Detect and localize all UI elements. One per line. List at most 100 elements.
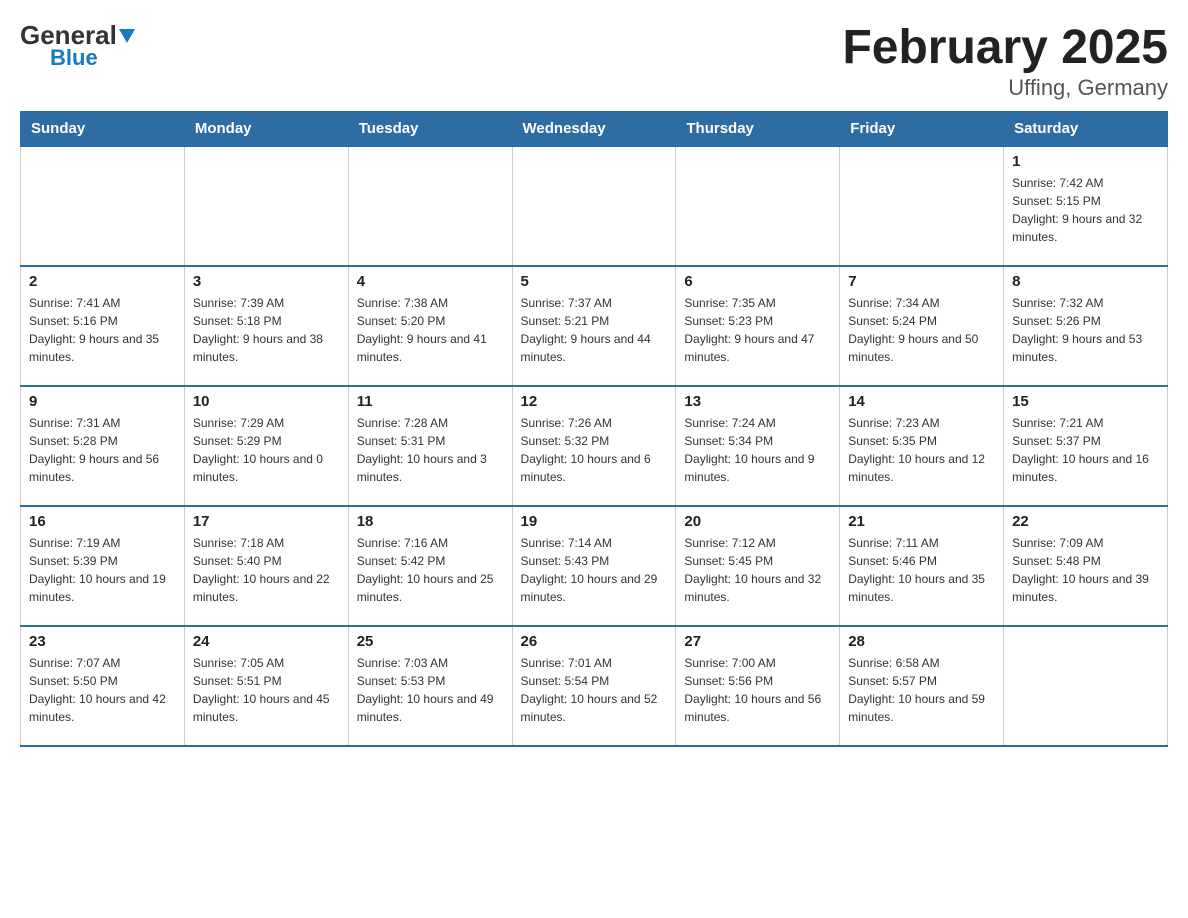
day-info: Sunrise: 7:00 AMSunset: 5:56 PMDaylight:… xyxy=(684,654,831,726)
day-number: 9 xyxy=(29,393,176,410)
day-number: 27 xyxy=(684,633,831,650)
day-number: 2 xyxy=(29,273,176,290)
day-info: Sunrise: 7:34 AMSunset: 5:24 PMDaylight:… xyxy=(848,294,995,366)
table-row: 14 Sunrise: 7:23 AMSunset: 5:35 PMDayligh… xyxy=(840,386,1004,506)
table-row: 23 Sunrise: 7:07 AMSunset: 5:50 PMDayligh… xyxy=(21,626,185,746)
calendar-subtitle: Uffing, Germany xyxy=(842,75,1168,101)
table-row: 8 Sunrise: 7:32 AMSunset: 5:26 PMDaylight… xyxy=(1004,266,1168,386)
day-number: 25 xyxy=(357,633,504,650)
day-number: 26 xyxy=(521,633,668,650)
table-row: 6 Sunrise: 7:35 AMSunset: 5:23 PMDaylight… xyxy=(676,266,840,386)
table-row: 20Sunrise: 7:12 AMSunset: 5:45 PMDayligh… xyxy=(676,506,840,626)
table-row: 9Sunrise: 7:31 AMSunset: 5:28 PMDaylight… xyxy=(21,386,185,506)
day-number: 17 xyxy=(193,513,340,530)
day-info: Sunrise: 7:11 AMSunset: 5:46 PMDaylight:… xyxy=(848,534,995,606)
day-number: 21 xyxy=(848,513,995,530)
table-row: 26 Sunrise: 7:01 AMSunset: 5:54 PMDayligh… xyxy=(512,626,676,746)
day-info: Sunrise: 7:23 AMSunset: 5:35 PMDaylight:… xyxy=(848,414,995,486)
table-row xyxy=(348,146,512,266)
day-number: 8 xyxy=(1012,273,1159,290)
table-row: 27 Sunrise: 7:00 AMSunset: 5:56 PMDayligh… xyxy=(676,626,840,746)
table-row xyxy=(184,146,348,266)
day-info: Sunrise: 7:21 AMSunset: 5:37 PMDaylight:… xyxy=(1012,414,1159,486)
day-info: Sunrise: 7:09 AMSunset: 5:48 PMDaylight:… xyxy=(1012,534,1159,606)
table-row xyxy=(1004,626,1168,746)
col-tuesday: Tuesday xyxy=(348,112,512,147)
day-number: 14 xyxy=(848,393,995,410)
col-saturday: Saturday xyxy=(1004,112,1168,147)
day-number: 6 xyxy=(684,273,831,290)
table-row: 21 Sunrise: 7:11 AMSunset: 5:46 PMDayligh… xyxy=(840,506,1004,626)
table-row: 22 Sunrise: 7:09 AMSunset: 5:48 PMDayligh… xyxy=(1004,506,1168,626)
title-block: February 2025 Uffing, Germany xyxy=(842,20,1168,101)
table-row: 13 Sunrise: 7:24 AMSunset: 5:34 PMDayligh… xyxy=(676,386,840,506)
day-info: Sunrise: 7:28 AMSunset: 5:31 PMDaylight:… xyxy=(357,414,504,486)
day-number: 10 xyxy=(193,393,340,410)
page-header: General Blue February 2025 Uffing, Germa… xyxy=(20,20,1168,101)
table-row: 2Sunrise: 7:41 AMSunset: 5:16 PMDaylight… xyxy=(21,266,185,386)
table-row xyxy=(512,146,676,266)
day-info: Sunrise: 7:03 AMSunset: 5:53 PMDaylight:… xyxy=(357,654,504,726)
table-row: 15 Sunrise: 7:21 AMSunset: 5:37 PMDayligh… xyxy=(1004,386,1168,506)
day-info: Sunrise: 7:19 AMSunset: 5:39 PMDaylight:… xyxy=(29,534,176,606)
table-row xyxy=(21,146,185,266)
day-info: Sunrise: 7:07 AMSunset: 5:50 PMDaylight:… xyxy=(29,654,176,726)
table-row: 25 Sunrise: 7:03 AMSunset: 5:53 PMDayligh… xyxy=(348,626,512,746)
calendar-week-row: 16 Sunrise: 7:19 AMSunset: 5:39 PMDayligh… xyxy=(21,506,1168,626)
calendar-table: Sunday Monday Tuesday Wednesday Thursday… xyxy=(20,111,1168,747)
day-number: 12 xyxy=(521,393,668,410)
day-number: 16 xyxy=(29,513,176,530)
day-info: Sunrise: 6:58 AMSunset: 5:57 PMDaylight:… xyxy=(848,654,995,726)
table-row: 10 Sunrise: 7:29 AMSunset: 5:29 PMDayligh… xyxy=(184,386,348,506)
day-info: Sunrise: 7:42 AMSunset: 5:15 PMDaylight:… xyxy=(1012,174,1159,246)
day-info: Sunrise: 7:32 AMSunset: 5:26 PMDaylight:… xyxy=(1012,294,1159,366)
day-number: 3 xyxy=(193,273,340,290)
day-info: Sunrise: 7:24 AMSunset: 5:34 PMDaylight:… xyxy=(684,414,831,486)
day-number: 18 xyxy=(357,513,504,530)
day-number: 5 xyxy=(521,273,668,290)
day-info: Sunrise: 7:14 AMSunset: 5:43 PMDaylight:… xyxy=(521,534,668,606)
table-row: 1 Sunrise: 7:42 AMSunset: 5:15 PMDaylight… xyxy=(1004,146,1168,266)
day-info: Sunrise: 7:16 AMSunset: 5:42 PMDaylight:… xyxy=(357,534,504,606)
day-number: 28 xyxy=(848,633,995,650)
day-number: 23 xyxy=(29,633,176,650)
table-row: 12Sunrise: 7:26 AMSunset: 5:32 PMDayligh… xyxy=(512,386,676,506)
day-info: Sunrise: 7:12 AMSunset: 5:45 PMDaylight:… xyxy=(684,534,831,606)
col-thursday: Thursday xyxy=(676,112,840,147)
table-row: 5 Sunrise: 7:37 AMSunset: 5:21 PMDaylight… xyxy=(512,266,676,386)
table-row: 4 Sunrise: 7:38 AMSunset: 5:20 PMDaylight… xyxy=(348,266,512,386)
day-info: Sunrise: 7:38 AMSunset: 5:20 PMDaylight:… xyxy=(357,294,504,366)
table-row: 19Sunrise: 7:14 AMSunset: 5:43 PMDayligh… xyxy=(512,506,676,626)
calendar-title: February 2025 xyxy=(842,20,1168,75)
col-wednesday: Wednesday xyxy=(512,112,676,147)
day-info: Sunrise: 7:01 AMSunset: 5:54 PMDaylight:… xyxy=(521,654,668,726)
table-row: 16 Sunrise: 7:19 AMSunset: 5:39 PMDayligh… xyxy=(21,506,185,626)
day-info: Sunrise: 7:18 AMSunset: 5:40 PMDaylight:… xyxy=(193,534,340,606)
table-row: 24Sunrise: 7:05 AMSunset: 5:51 PMDayligh… xyxy=(184,626,348,746)
day-number: 1 xyxy=(1012,153,1159,170)
day-number: 15 xyxy=(1012,393,1159,410)
logo-triangle-icon xyxy=(119,29,135,43)
col-sunday: Sunday xyxy=(21,112,185,147)
table-row xyxy=(676,146,840,266)
day-info: Sunrise: 7:39 AMSunset: 5:18 PMDaylight:… xyxy=(193,294,340,366)
calendar-week-row: 2Sunrise: 7:41 AMSunset: 5:16 PMDaylight… xyxy=(21,266,1168,386)
table-row: 18 Sunrise: 7:16 AMSunset: 5:42 PMDayligh… xyxy=(348,506,512,626)
calendar-header-row: Sunday Monday Tuesday Wednesday Thursday… xyxy=(21,112,1168,147)
table-row xyxy=(840,146,1004,266)
col-monday: Monday xyxy=(184,112,348,147)
day-number: 13 xyxy=(684,393,831,410)
calendar-week-row: 1 Sunrise: 7:42 AMSunset: 5:15 PMDaylight… xyxy=(21,146,1168,266)
day-info: Sunrise: 7:29 AMSunset: 5:29 PMDaylight:… xyxy=(193,414,340,486)
table-row: 17 Sunrise: 7:18 AMSunset: 5:40 PMDayligh… xyxy=(184,506,348,626)
day-info: Sunrise: 7:35 AMSunset: 5:23 PMDaylight:… xyxy=(684,294,831,366)
logo-blue-text: Blue xyxy=(50,45,98,71)
day-info: Sunrise: 7:37 AMSunset: 5:21 PMDaylight:… xyxy=(521,294,668,366)
day-number: 24 xyxy=(193,633,340,650)
day-number: 4 xyxy=(357,273,504,290)
table-row: 28 Sunrise: 6:58 AMSunset: 5:57 PMDayligh… xyxy=(840,626,1004,746)
calendar-week-row: 23 Sunrise: 7:07 AMSunset: 5:50 PMDayligh… xyxy=(21,626,1168,746)
day-number: 22 xyxy=(1012,513,1159,530)
logo: General Blue xyxy=(20,20,135,71)
col-friday: Friday xyxy=(840,112,1004,147)
